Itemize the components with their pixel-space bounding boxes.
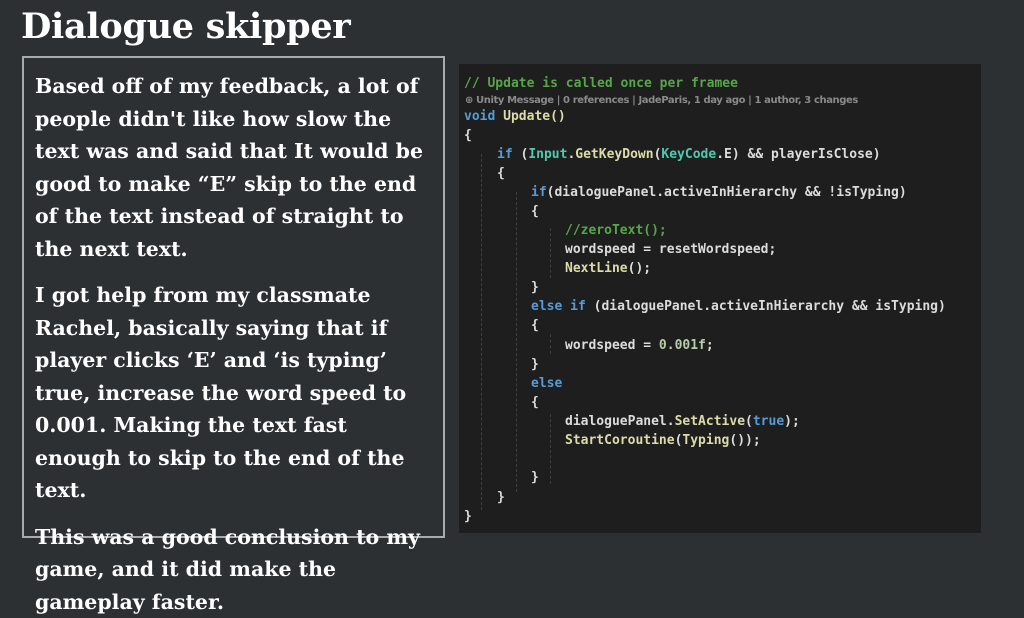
code-token: ; — [706, 338, 714, 353]
paragraph-feedback: Based off of my feedback, a lot of peopl… — [35, 70, 433, 265]
code-line-5: if(dialoguePanel.activeInHierarchy && !i… — [531, 185, 907, 201]
code-token: ); — [784, 414, 800, 429]
code-token: if — [531, 185, 547, 200]
code-line-10: } — [531, 280, 539, 296]
paragraph-conclusion: This was a good conclusion to my game, a… — [35, 521, 433, 618]
code-line-15: else — [531, 376, 562, 392]
code-token: .E) && playerIsClose) — [716, 147, 880, 162]
code-line-14: } — [531, 357, 539, 373]
description-text-box: Based off of my feedback, a lot of peopl… — [22, 56, 445, 538]
page-title: Dialogue skipper — [21, 6, 350, 47]
indent-guide — [550, 228, 551, 278]
code-token: ( — [513, 147, 529, 162]
code-token: KeyCode — [661, 147, 716, 162]
code-token: if — [497, 147, 513, 162]
code-line-6: { — [531, 204, 539, 220]
code-comment-line: // Update is called once per framee — [464, 76, 738, 92]
code-token: void — [464, 109, 495, 124]
code-token: StartCoroutine — [565, 433, 675, 448]
code-line-18: StartCoroutine(Typing()); — [565, 433, 761, 449]
code-token: (dialoguePanel.activeInHierarchy && isTy… — [586, 299, 946, 314]
paragraph-help: I got help from my classmate Rachel, bas… — [35, 279, 433, 507]
code-line-17: dialoguePanel.SetActive(true); — [565, 414, 800, 430]
indent-guide — [481, 154, 482, 510]
code-token: Typing — [682, 433, 729, 448]
code-token: Update() — [495, 109, 565, 124]
code-token: Input — [528, 147, 567, 162]
code-token: ( — [745, 414, 753, 429]
code-token: 0.001f — [659, 338, 706, 353]
code-line-16: { — [531, 395, 539, 411]
code-line-21: } — [464, 509, 472, 525]
code-line-3: if (Input.GetKeyDown(KeyCode.E) && playe… — [497, 147, 881, 163]
code-token: (dialoguePanel.activeInHierarchy && !isT… — [547, 185, 907, 200]
code-line-7: //zeroText(); — [565, 223, 667, 239]
code-token: wordspeed = — [565, 338, 659, 353]
code-token: dialoguePanel. — [565, 414, 675, 429]
code-line-9: NextLine(); — [565, 261, 651, 277]
code-screenshot: // Update is called once per framee ⊕ Un… — [459, 64, 981, 533]
code-line-19: } — [531, 470, 539, 486]
indent-guide — [550, 414, 551, 484]
code-token: else if — [531, 299, 586, 314]
code-line-2: { — [464, 128, 472, 144]
code-line-13: wordspeed = 0.001f; — [565, 338, 714, 354]
code-token: ()); — [729, 433, 760, 448]
code-token: GetKeyDown — [575, 147, 653, 162]
code-line-12: { — [531, 318, 539, 334]
code-line-11: else if (dialoguePanel.activeInHierarchy… — [531, 299, 946, 315]
indent-guide — [550, 334, 551, 354]
code-line-4: { — [497, 166, 505, 182]
code-line-1: void Update() — [464, 109, 566, 125]
code-token: true — [753, 414, 784, 429]
code-token: NextLine — [565, 261, 628, 276]
code-token: SetActive — [675, 414, 745, 429]
codelens-info[interactable]: ⊕ Unity Message | 0 references | JadePar… — [465, 95, 858, 106]
code-line-20: } — [497, 490, 505, 506]
code-token: (); — [628, 261, 651, 276]
indent-guide — [516, 192, 517, 492]
code-line-8: wordspeed = resetWordspeed; — [565, 242, 776, 258]
